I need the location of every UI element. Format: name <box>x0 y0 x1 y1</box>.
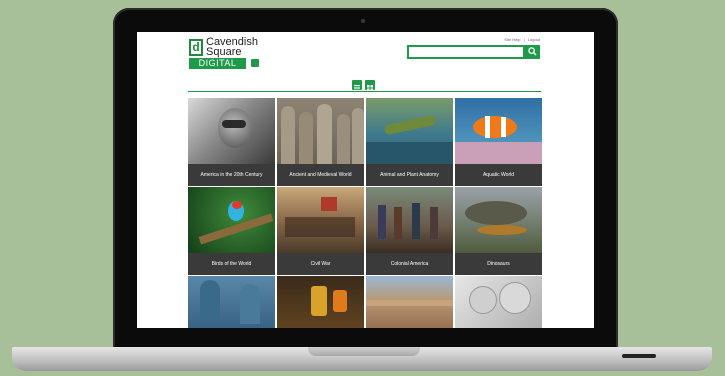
tile-medicine[interactable] <box>277 276 364 328</box>
top-links: Site Help | Logout <box>502 37 540 42</box>
tile-aquatic-world[interactable]: Aquatic World <box>455 98 542 186</box>
logo-name: Cavendish Square <box>206 36 258 58</box>
search-icon <box>528 47 537 56</box>
tile-colonial-america[interactable]: Colonial America <box>366 187 453 275</box>
search-button[interactable] <box>525 45 540 59</box>
camera-icon <box>361 19 365 23</box>
tile-ancient-medieval-world[interactable]: Ancient and Medieval World <box>277 98 364 186</box>
site-help-link[interactable]: Site Help <box>504 37 520 42</box>
bird-photo <box>188 187 275 253</box>
terracotta-warriors-photo <box>277 98 364 164</box>
logo-mark-icon: d <box>189 39 203 56</box>
tile-label: Civil War <box>277 253 364 275</box>
tile-label: Colonial America <box>366 253 453 275</box>
battle-painting <box>277 187 364 253</box>
dinosaur-photo <box>455 187 542 253</box>
tile-animal-plant-anatomy[interactable]: Animal and Plant Anatomy <box>366 98 453 186</box>
clownfish-photo <box>455 98 542 164</box>
tile-label: Aquatic World <box>455 164 542 186</box>
surgery-photo <box>188 276 275 328</box>
canyon-photo <box>366 276 453 328</box>
tile-medical[interactable] <box>188 276 275 328</box>
tile-geography[interactable] <box>366 276 453 328</box>
medicine-photo <box>277 276 364 328</box>
tile-label: Birds of the World <box>188 253 275 275</box>
tile-birds-of-the-world[interactable]: Birds of the World <box>188 187 275 275</box>
lizard-photo <box>366 98 453 164</box>
tile-label: Ancient and Medieval World <box>277 164 364 186</box>
tile-america-20th-century[interactable]: America in the 20th Century <box>188 98 275 186</box>
laptop-vent <box>622 354 656 358</box>
laptop-notch <box>308 347 420 356</box>
link-separator: | <box>523 37 525 42</box>
tile-label: America in the 20th Century <box>188 164 275 186</box>
logout-link[interactable]: Logout <box>528 37 540 42</box>
colonial-painting <box>366 187 453 253</box>
grid-view-button[interactable] <box>365 80 375 91</box>
search-input[interactable] <box>407 45 525 59</box>
tile-economics[interactable] <box>455 276 542 328</box>
list-view-button[interactable] <box>352 80 362 91</box>
tile-dinosaurs[interactable]: Dinosaurs <box>455 187 542 275</box>
home-icon[interactable] <box>251 59 259 67</box>
tile-label: Dinosaurs <box>455 253 542 275</box>
tile-civil-war[interactable]: Civil War <box>277 187 364 275</box>
divider <box>188 91 541 92</box>
aviator-photo <box>188 98 275 164</box>
screen: d Cavendish Square DIGITAL Site Help | L… <box>137 32 594 328</box>
tile-label: Animal and Plant Anatomy <box>366 164 453 186</box>
logo-digital: DIGITAL <box>189 58 246 69</box>
coins-photo <box>455 276 542 328</box>
